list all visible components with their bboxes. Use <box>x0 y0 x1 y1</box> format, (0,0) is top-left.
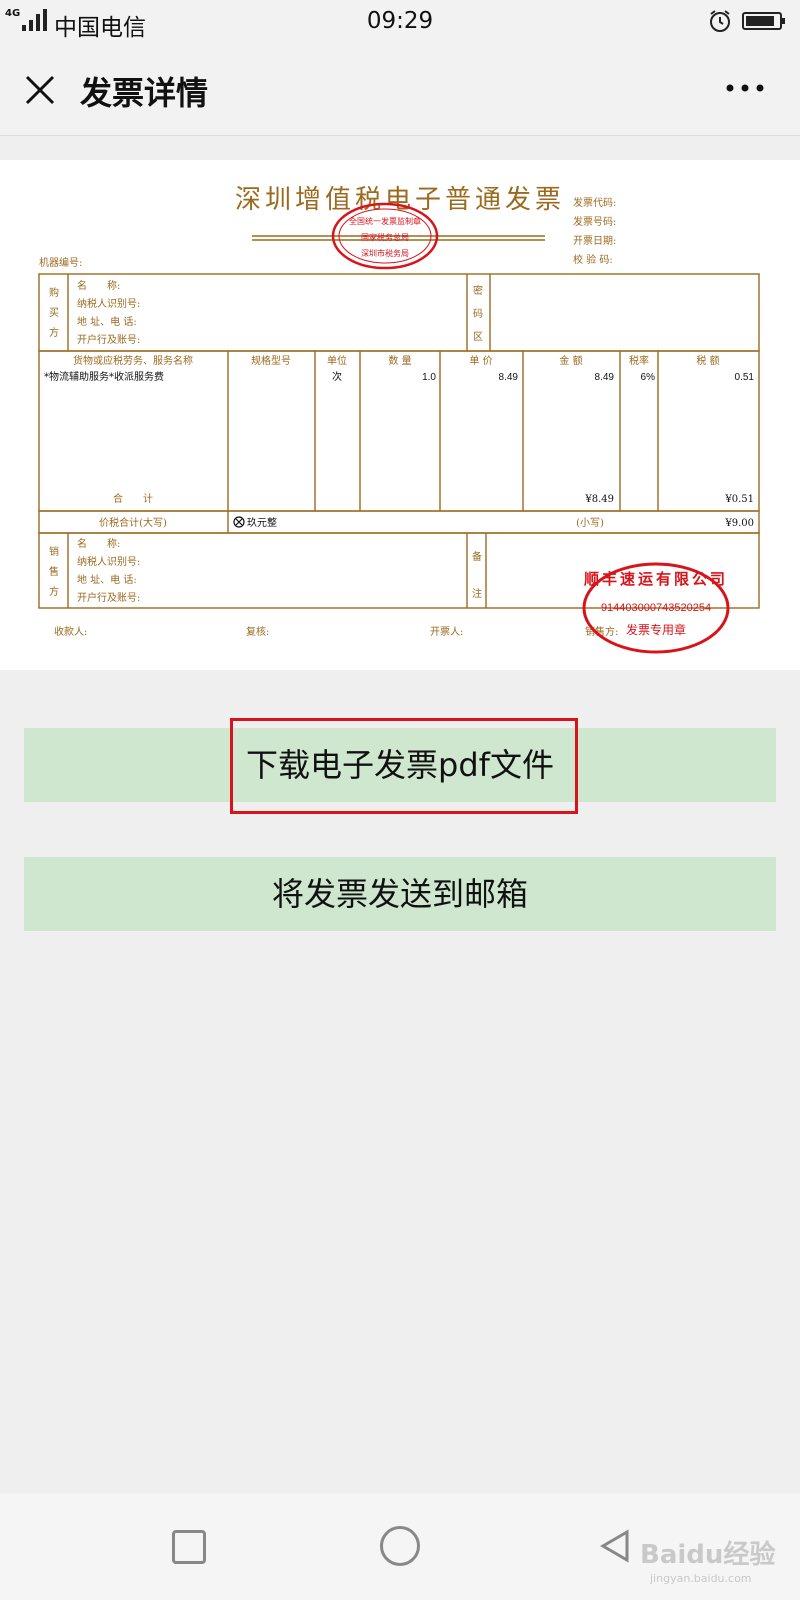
svg-text:方: 方 <box>49 585 59 598</box>
svg-text:购: 购 <box>49 286 59 299</box>
send-to-email-button[interactable]: 将发票发送到邮箱 <box>24 857 776 931</box>
highlight-annotation-box <box>230 718 578 814</box>
seller-name-label: 名 称: <box>77 537 120 550</box>
invoice-date-label: 开票日期: <box>573 235 616 247</box>
grand-total-words: 玖元整 <box>247 516 277 529</box>
item-qty: 1.0 <box>422 372 436 383</box>
col-rate: 税率 <box>629 354 649 367</box>
buyer-bank-label: 开户行及账号: <box>77 333 140 346</box>
item-name: *物流辅助服务*收派服务费 <box>44 370 164 383</box>
buyer-address-label: 地 址、电 话: <box>77 315 137 328</box>
col-unit: 单位 <box>327 354 347 367</box>
col-item-name: 货物或应税劳务、服务名称 <box>73 354 193 367</box>
svg-text:售: 售 <box>49 565 59 578</box>
check-code-label: 校 验 码: <box>573 253 613 266</box>
close-icon[interactable] <box>22 72 58 108</box>
grand-total-label: 价税合计(大写) <box>99 516 167 529</box>
back-icon[interactable] <box>595 1526 635 1566</box>
buyer-name-label: 名 称: <box>77 279 120 292</box>
home-icon[interactable] <box>380 1526 420 1566</box>
seller-address-label: 地 址、电 话: <box>77 573 137 586</box>
svg-text:买: 买 <box>49 307 59 319</box>
invoice-preview: 深圳增值税电子普通发票 全国统一发票监制章 国家税务总局 深圳市税务局 发票代码… <box>0 160 800 670</box>
system-nav-bar: Baidu经验 jingyan.baidu.com <box>0 1494 800 1600</box>
company-invoice-stamp: 顺丰速运有限公司 914403000743520254 发票专用章 <box>582 562 730 654</box>
recent-apps-icon[interactable] <box>172 1530 206 1564</box>
svg-text:码: 码 <box>473 308 483 320</box>
col-spec: 规格型号 <box>251 354 291 367</box>
seller-bank-label: 开户行及账号: <box>77 591 140 604</box>
svg-text:914403000743520254: 914403000743520254 <box>601 602 711 614</box>
svg-text:深圳市税务局: 深圳市税务局 <box>361 248 409 258</box>
item-price: 8.49 <box>499 372 519 383</box>
clock: 09:29 <box>366 8 434 34</box>
grand-small-label: (小写) <box>576 517 604 529</box>
item-unit: 次 <box>332 370 342 383</box>
item-amount: 8.49 <box>595 372 615 383</box>
total-amount: ¥8.49 <box>584 494 614 505</box>
nav-header: 发票详情 <box>0 44 800 136</box>
item-tax: 0.51 <box>735 372 755 383</box>
watermark-text: Baidu经验 <box>640 1540 776 1570</box>
col-tax: 税 额 <box>696 354 719 367</box>
col-price: 单 价 <box>469 355 492 367</box>
issuer-label: 开票人: <box>430 626 463 638</box>
total-tax: ¥0.51 <box>724 494 754 505</box>
svg-text:国家税务总局: 国家税务总局 <box>361 232 409 242</box>
svg-text:发票专用章: 发票专用章 <box>626 622 686 637</box>
watermark-url: jingyan.baidu.com <box>650 1572 752 1585</box>
invoice-image: 深圳增值税电子普通发票 全国统一发票监制章 国家税务总局 深圳市税务局 发票代码… <box>38 185 760 654</box>
svg-text:方: 方 <box>49 326 59 339</box>
svg-text:密: 密 <box>473 284 483 297</box>
seller-taxid-label: 纳税人识别号: <box>77 555 140 568</box>
svg-text:销: 销 <box>49 545 59 558</box>
invoice-number-label: 发票号码: <box>573 215 616 228</box>
svg-text:全国统一发票监制章: 全国统一发票监制章 <box>349 216 421 226</box>
alarm-icon <box>710 10 730 32</box>
grand-total-amount: ¥9.00 <box>724 518 754 529</box>
col-qty: 数 量 <box>388 354 411 367</box>
status-bar: 4G 中国电信 09:29 <box>0 0 800 44</box>
page-title: 发票详情 <box>80 74 209 112</box>
reviewer-label: 复核: <box>246 625 269 638</box>
col-amount: 金 额 <box>559 354 582 367</box>
buyer-taxid-label: 纳税人识别号: <box>77 297 140 310</box>
machine-number-label: 机器编号: <box>39 256 82 269</box>
item-rate: 6% <box>641 372 656 383</box>
svg-text:顺丰速运有限公司: 顺丰速运有限公司 <box>584 570 728 588</box>
svg-text:注: 注 <box>472 587 482 600</box>
svg-text:区: 区 <box>473 331 483 343</box>
battery-icon <box>742 12 785 30</box>
total-label: 合 计 <box>113 492 153 505</box>
payee-label: 收款人: <box>54 625 87 638</box>
svg-text:备: 备 <box>472 550 482 563</box>
more-options-icon[interactable] <box>722 76 768 100</box>
invoice-code-label: 发票代码: <box>573 196 616 209</box>
